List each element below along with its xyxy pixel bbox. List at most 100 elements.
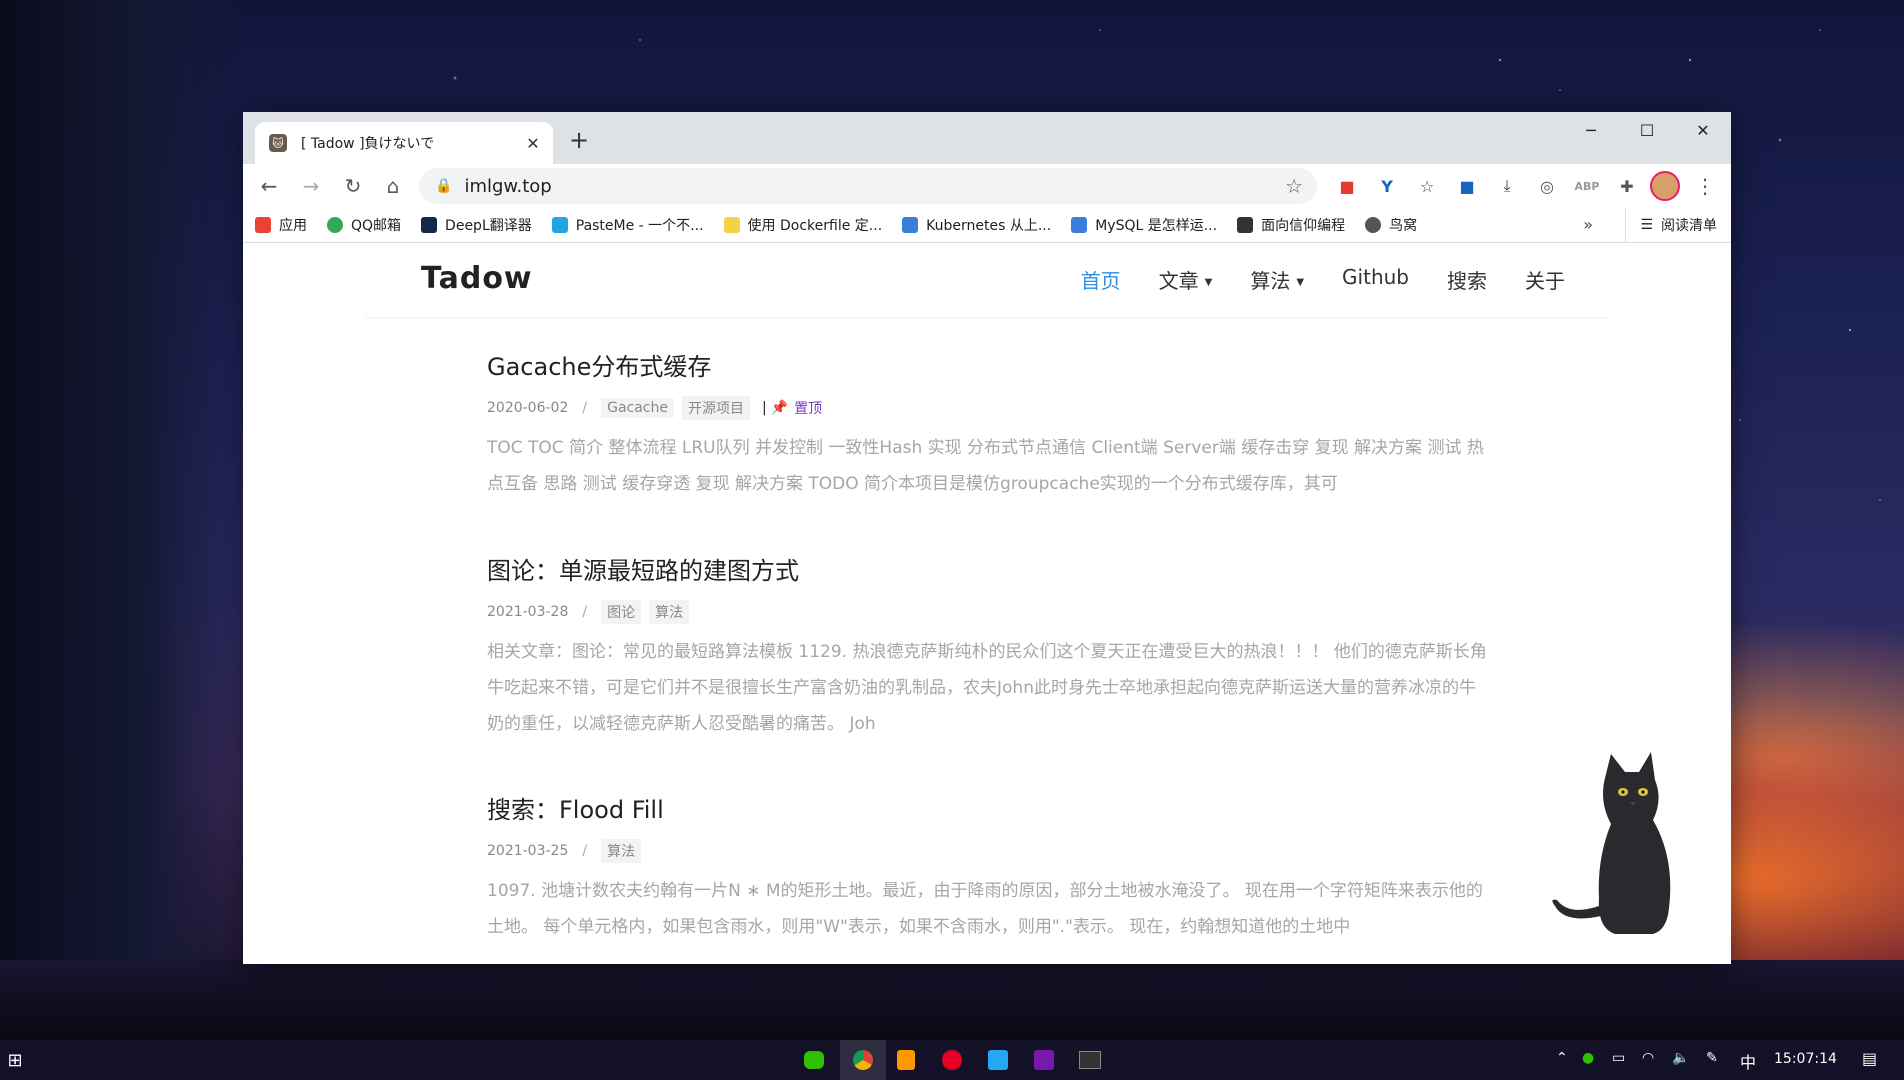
browser-toolbar: ← → ↻ ⌂ 🔒 imlgw.top ☆ ■ Y ☆ ■ ⤓ ◎ ABP ✚ … [243,164,1731,208]
volume-icon[interactable]: 🔈 [1672,1050,1689,1066]
taskbar-netease-music-icon[interactable] [938,1046,966,1074]
post-title[interactable]: Gacache分布式缓存 [487,347,1487,382]
post-tag[interactable]: 开源项目 [681,396,750,420]
clock[interactable]: 15:07:14 [1774,1051,1837,1067]
extensions-puzzle-icon[interactable]: ✚ [1609,168,1645,204]
extension-star-icon[interactable]: ☆ [1409,168,1445,204]
close-window-button[interactable]: ✕ [1675,112,1731,148]
wallpaper-tree [0,0,240,1040]
new-tab-button[interactable]: + [569,126,589,154]
dockerfile-icon [723,217,740,233]
reading-list-button[interactable]: ☰ 阅读清单 [1625,208,1717,242]
menu-articles[interactable]: 文章 ▼ [1159,265,1213,294]
reading-list-icon: ☰ [1640,217,1653,233]
meta-separator: / [582,843,588,859]
cat-mascot[interactable] [1535,748,1685,948]
post-item: 搜索：Flood Fill 2021-03-25 / 算法 1097. 池塘计数… [487,790,1487,945]
wifi-icon[interactable]: ◠ [1642,1050,1654,1066]
close-tab-icon[interactable]: ✕ [521,134,545,153]
bookmark-star-icon[interactable]: ☆ [1285,174,1303,198]
post-meta: 2020-06-02 / Gacache 开源项目 | 📌 置顶 [487,396,1487,420]
extension-glasses-icon[interactable]: ◎ [1529,168,1565,204]
tray-chevron-icon[interactable]: ⌃ [1556,1050,1568,1066]
bookmark-faith-programming[interactable]: 面向信仰编程 [1237,215,1345,235]
menu-algorithms[interactable]: 算法 ▼ [1250,265,1304,294]
kubernetes-icon [902,217,919,233]
bookmark-deepl[interactable]: DeepL翻译器 [421,215,532,235]
post-excerpt: 相关文章：图论：常见的最短路算法模板 1129. 热浪德克萨斯纯朴的民众们这个夏… [487,642,1487,734]
extension-blue-icon[interactable]: ■ [1449,168,1485,204]
bookmark-niaowo[interactable]: 鸟窝 [1365,215,1417,235]
reload-icon[interactable]: ↻ [335,168,371,204]
notification-icon[interactable]: ▤ [1862,1049,1877,1068]
extension-red-icon[interactable]: ■ [1329,168,1365,204]
menu-dots-icon[interactable]: ⋮ [1687,168,1723,204]
taskbar: ⊞ ⌃ ● ▭ ◠ 🔈 ✎ 中 15:07:14 ▤ [0,1040,1904,1080]
bookmark-qqmail[interactable]: QQ邮箱 [327,215,401,235]
post-date: 2021-03-25 [487,843,569,859]
bookmark-kubernetes[interactable]: Kubernetes 从上... [902,215,1051,235]
maximize-button[interactable]: ☐ [1619,112,1675,148]
browser-window: 🐱 [ Tadow ]負けないで ✕ + ─ ☐ ✕ ← → ↻ ⌂ 🔒 iml… [243,112,1731,964]
pinned-label: 置顶 [794,401,823,417]
taskbar-terminal-icon[interactable] [1076,1046,1104,1074]
lock-icon: 🔒 [435,178,453,194]
ime-indicator[interactable]: 中 [1740,1049,1756,1073]
post-tag[interactable]: 图论 [601,600,642,624]
site-brand[interactable]: Tadow [421,261,533,296]
taskbar-wechat-icon[interactable] [800,1046,828,1074]
faith-programming-icon [1237,217,1254,233]
bookmark-apps[interactable]: 应用 [255,215,307,235]
address-bar[interactable]: 🔒 imlgw.top ☆ [419,168,1317,204]
web-page: Tadow 首页 文章 ▼ 算法 ▼ Github 搜索 关于 Gacache分布式… [243,243,1731,964]
pin-icon: 📌 [770,400,789,416]
post-tag[interactable]: Gacache [601,398,674,418]
post-meta: 2021-03-28 / 图论 算法 [487,600,1487,624]
tray-wechat-icon[interactable]: ● [1582,1050,1594,1066]
battery-icon[interactable]: ▭ [1612,1050,1625,1066]
post-tag[interactable]: 算法 [601,839,642,863]
taskbar-onenote-icon[interactable] [1030,1046,1058,1074]
globe-icon [1365,217,1382,233]
post-tag[interactable]: 算法 [649,600,690,624]
pin-divider: | [761,400,767,416]
bookmark-dockerfile[interactable]: 使用 Dockerfile 定... [723,215,882,235]
back-icon[interactable]: ← [251,168,287,204]
taskbar-sublime-icon[interactable] [892,1046,920,1074]
extension-y-icon[interactable]: Y [1369,168,1405,204]
taskbar-chrome-icon[interactable] [840,1040,886,1080]
profile-avatar[interactable] [1647,168,1683,204]
bookmark-pasteme[interactable]: PasteMe - 一个不... [551,215,704,235]
adblock-icon[interactable]: ABP [1569,168,1605,204]
pasteme-icon [551,217,568,233]
title-bar: 🐱 [ Tadow ]負けないで ✕ + ─ ☐ ✕ [243,112,1731,164]
post-item: Gacache分布式缓存 2020-06-02 / Gacache 开源项目 |… [487,347,1487,502]
post-title[interactable]: 搜索：Flood Fill [487,790,1487,825]
apps-grid-icon [255,217,271,233]
menu-about[interactable]: 关于 [1525,265,1565,294]
forward-icon[interactable]: → [293,168,329,204]
bookmarks-more-icon[interactable]: » [1583,215,1593,234]
bookmark-mysql[interactable]: MySQL 是怎样运... [1071,215,1217,235]
deepl-icon [421,217,438,233]
menu-search[interactable]: 搜索 [1447,265,1487,294]
menu-github[interactable]: Github [1342,265,1409,294]
browser-tab[interactable]: 🐱 [ Tadow ]負けないで ✕ [255,122,553,164]
caret-down-icon: ▼ [1296,277,1305,288]
post-excerpt: TOC TOC 简介 整体流程 LRU队列 并发控制 一致性Hash 实现 分布… [487,438,1484,494]
post-excerpt: 1097. 池塘计数农夫约翰有一片N ∗ M的矩形土地。最近，由于降雨的原因，部… [487,881,1483,937]
home-icon[interactable]: ⌂ [375,168,411,204]
meta-separator: / [582,604,588,620]
meta-separator: / [582,400,588,416]
post-date: 2021-03-28 [487,604,569,620]
url-text: imlgw.top [464,175,552,197]
pen-icon[interactable]: ✎ [1706,1050,1718,1066]
site-menu: 首页 文章 ▼ 算法 ▼ Github 搜索 关于 [1043,265,1565,294]
start-button[interactable]: ⊞ [0,1040,30,1080]
menu-home[interactable]: 首页 [1081,265,1121,294]
qqmail-icon [327,217,343,233]
download-icon[interactable]: ⤓ [1489,168,1525,204]
minimize-button[interactable]: ─ [1563,112,1619,148]
taskbar-vscode-icon[interactable] [984,1046,1012,1074]
post-title[interactable]: 图论：单源最短路的建图方式 [487,551,1487,586]
